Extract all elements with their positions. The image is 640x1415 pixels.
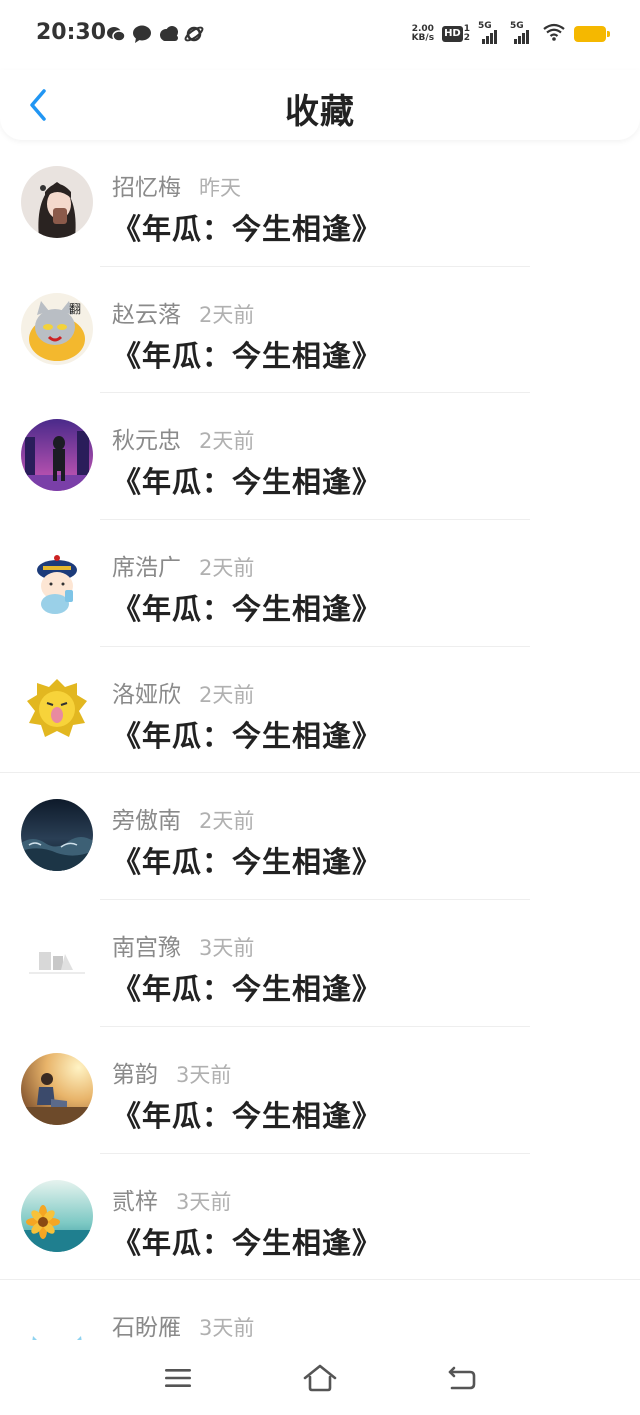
list-item[interactable]: 旁傲南 2天前 《年瓜：今生相逢》	[0, 773, 640, 901]
network-speed: 2.00 KB/s	[412, 25, 434, 43]
home-button[interactable]	[300, 1358, 340, 1398]
status-indicators: 2.00 KB/s HD 12 5G 5G	[412, 21, 610, 46]
return-button[interactable]	[442, 1358, 482, 1398]
home-icon	[303, 1364, 337, 1392]
user-name: 秋元忠	[112, 428, 181, 455]
list-item[interactable]: 招忆梅 昨天 《年瓜：今生相逢》	[0, 140, 640, 267]
time-ago: 2天前	[199, 429, 255, 454]
list-item[interactable]: 第韵 3天前 《年瓜：今生相逢》	[0, 1027, 640, 1154]
user-name: 南宫豫	[112, 935, 181, 962]
item-title[interactable]: 《年瓜：今生相逢》	[112, 206, 382, 248]
item-title[interactable]: 《年瓜：今生相逢》	[112, 1093, 382, 1135]
cloud-icon	[158, 24, 178, 44]
return-icon	[448, 1366, 476, 1390]
hd-sub-bottom: 2	[463, 33, 470, 43]
item-title[interactable]: 《年瓜：今生相逢》	[112, 333, 382, 375]
time-ago: 3天前	[199, 1316, 255, 1340]
avatar[interactable]	[21, 926, 93, 999]
menu-icon	[165, 1369, 191, 1387]
system-nav-bar	[0, 1340, 640, 1415]
item-title[interactable]: 《年瓜：今生相逢》	[112, 459, 382, 501]
user-name: 席浩广	[112, 555, 181, 582]
list-item[interactable]: 贰梓 3天前 《年瓜：今生相逢》	[0, 1154, 640, 1281]
svg-text:翻: 翻	[69, 302, 81, 316]
signal-icon-2: 5G	[510, 21, 534, 44]
avatar[interactable]	[21, 799, 93, 872]
user-name: 第韵	[112, 1061, 158, 1088]
avatar[interactable]	[21, 1052, 93, 1125]
user-name: 洛娅欣	[112, 681, 181, 708]
message-icon	[132, 24, 152, 44]
time-ago: 3天前	[199, 936, 255, 961]
list-item[interactable]: 南宫豫 3天前 《年瓜：今生相逢》	[0, 900, 640, 1027]
item-title[interactable]: 《年瓜：今生相逢》	[112, 713, 382, 755]
item-title[interactable]: 《年瓜：今生相逢》	[112, 1220, 382, 1262]
user-name: 招忆梅	[112, 175, 181, 201]
notification-icons	[106, 24, 204, 44]
wifi-icon	[542, 22, 566, 46]
menu-button[interactable]	[158, 1358, 198, 1398]
planet-icon	[184, 24, 204, 44]
avatar[interactable]	[21, 166, 93, 238]
time-ago: 2天前	[199, 556, 255, 581]
net-speed-unit: KB/s	[411, 33, 435, 43]
list-item[interactable]: 席浩广 2天前 《年瓜：今生相逢》	[0, 520, 640, 647]
avatar[interactable]	[21, 1179, 93, 1252]
list-item[interactable]: 秋元忠 2天前 《年瓜：今生相逢》	[0, 393, 640, 521]
avatar[interactable]	[21, 546, 93, 619]
time-ago: 3天前	[176, 1062, 232, 1087]
hd-label: HD	[442, 26, 463, 42]
signal-icon: 5G	[478, 21, 502, 44]
battery-icon	[574, 26, 610, 42]
time-ago: 2天前	[199, 682, 255, 707]
user-name: 石盼雁	[112, 1315, 181, 1340]
list-item[interactable]: 翻 赵云落 2天前 《年瓜：今生相逢》	[0, 267, 640, 394]
time-ago: 2天前	[199, 809, 255, 834]
app-header: 收藏	[0, 70, 640, 140]
list-item[interactable]: 石盼雁 3天前	[0, 1280, 640, 1340]
user-name: 赵云落	[112, 301, 181, 328]
item-title[interactable]: 《年瓜：今生相逢》	[112, 966, 382, 1008]
avatar[interactable]	[21, 419, 93, 492]
item-title[interactable]: 《年瓜：今生相逢》	[112, 586, 382, 628]
status-bar: 20:30 2.00 KB/s HD 12 5G 5G	[0, 0, 640, 70]
user-name: 旁傲南	[112, 808, 181, 835]
page-title: 收藏	[285, 92, 355, 132]
hd-badge: HD 12	[442, 25, 470, 43]
time-ago: 2天前	[199, 302, 255, 327]
list-item[interactable]: 洛娅欣 2天前 《年瓜：今生相逢》	[0, 647, 640, 774]
time-ago: 昨天	[199, 176, 241, 200]
avatar[interactable]	[21, 1306, 93, 1340]
favorites-list: 招忆梅 昨天 《年瓜：今生相逢》 翻 赵云落 2天前 《年瓜：今生相逢》 秋元忠…	[0, 140, 640, 1340]
avatar[interactable]: 翻	[21, 292, 93, 365]
status-time: 20:30	[36, 20, 107, 45]
wechat-icon	[106, 24, 126, 44]
signal-2-label: 5G	[510, 21, 524, 31]
time-ago: 3天前	[176, 1189, 232, 1214]
avatar[interactable]	[21, 672, 93, 745]
user-name: 贰梓	[112, 1188, 158, 1215]
item-title[interactable]: 《年瓜：今生相逢》	[112, 839, 382, 881]
signal-1-label: 5G	[478, 21, 492, 31]
